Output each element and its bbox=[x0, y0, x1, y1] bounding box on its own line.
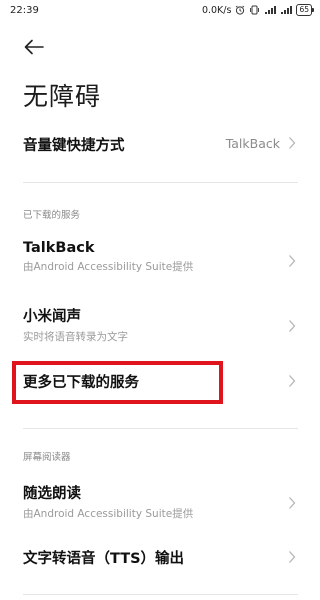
divider bbox=[23, 428, 298, 429]
alarm-icon bbox=[235, 5, 245, 15]
list-item-xiaomi-wensheng[interactable]: 小米闻声 实时将语音转录为文字 bbox=[23, 305, 320, 345]
list-item-tts-output[interactable]: 文字转语音（TTS）输出 bbox=[23, 545, 320, 573]
row-title: 音量键快捷方式 bbox=[23, 138, 125, 154]
highlight-box bbox=[12, 361, 223, 404]
page-title: 无障碍 bbox=[23, 82, 102, 111]
row-subtitle: 由Android Accessibility Suite提供 bbox=[23, 508, 194, 520]
divider bbox=[23, 182, 298, 183]
chevron-right-icon bbox=[289, 551, 296, 563]
status-time: 22:39 bbox=[10, 5, 39, 16]
chevron-right-icon bbox=[289, 137, 296, 149]
back-arrow-icon bbox=[24, 39, 44, 55]
volume-key-shortcut-row[interactable]: 音量键快捷方式 TalkBack bbox=[23, 130, 320, 160]
list-item-select-to-speak[interactable]: 随选朗读 由Android Accessibility Suite提供 bbox=[23, 482, 320, 522]
chevron-right-icon bbox=[289, 255, 296, 267]
row-subtitle: 实时将语音转录为文字 bbox=[23, 331, 128, 343]
signal-icon bbox=[280, 5, 293, 15]
list-item-talkback[interactable]: TalkBack 由Android Accessibility Suite提供 bbox=[23, 240, 320, 280]
chevron-right-icon bbox=[289, 497, 296, 509]
row-subtitle: 由Android Accessibility Suite提供 bbox=[23, 261, 194, 273]
back-button[interactable] bbox=[22, 37, 46, 57]
status-bar: 22:39 0.0K/s 65 bbox=[0, 0, 320, 22]
row-value: TalkBack bbox=[225, 136, 280, 151]
signal-icon bbox=[264, 5, 277, 15]
row-title: 随选朗读 bbox=[23, 486, 81, 502]
status-icons: 0.0K/s 65 bbox=[201, 4, 314, 16]
chevron-right-icon bbox=[289, 320, 296, 332]
network-speed: 0.0K/s bbox=[201, 4, 232, 16]
section-label-screen-reader: 屏幕阅读器 bbox=[23, 452, 71, 463]
vibrate-icon bbox=[249, 5, 260, 15]
row-title: TalkBack bbox=[23, 240, 95, 256]
chevron-right-icon bbox=[289, 375, 296, 387]
battery-level: 65 bbox=[299, 5, 309, 14]
row-title: 文字转语音（TTS）输出 bbox=[23, 551, 185, 567]
battery-icon: 65 bbox=[296, 4, 314, 16]
row-title: 小米闻声 bbox=[23, 309, 81, 325]
divider bbox=[23, 594, 298, 595]
section-label-downloaded: 已下载的服务 bbox=[23, 210, 81, 221]
